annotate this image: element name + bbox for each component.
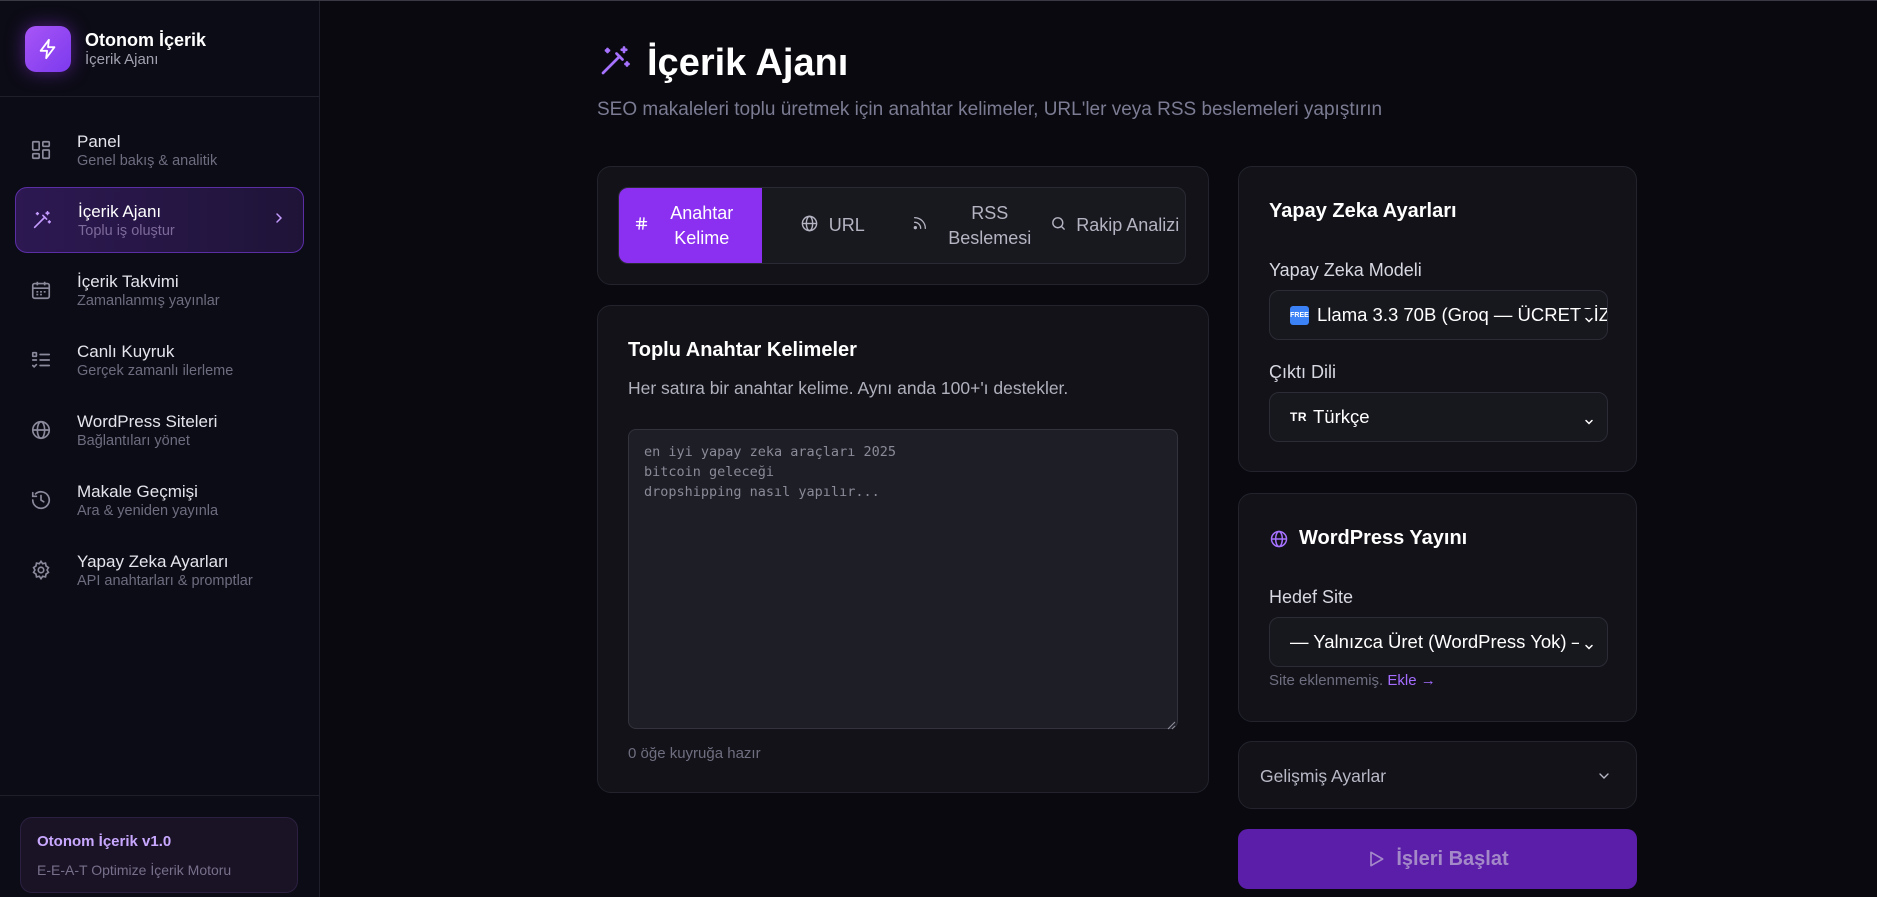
tab-rakip-analizi[interactable]: Rakip Analizi: [1045, 188, 1186, 263]
list-check-icon: [29, 348, 53, 372]
tab-label: Anahtar Kelime: [670, 202, 734, 248]
sidebar-item-desc: Zamanlanmış yayınlar: [77, 292, 220, 309]
history-icon: [29, 488, 53, 512]
hash-icon: [634, 215, 649, 236]
gear-icon: [29, 558, 53, 582]
keywords-card: Toplu Anahtar Kelimeler Her satıra bir a…: [597, 305, 1209, 793]
version-card: Otonom İçerik v1.0 E-E-A-T Optimize İçer…: [20, 817, 298, 893]
tab-anahtar-kelime[interactable]: Anahtar Kelime: [619, 188, 762, 263]
sidebar: Otonom İçerik İçerik Ajanı Panel Genel b…: [0, 1, 320, 897]
wand-icon: [597, 43, 633, 84]
model-label: Yapay Zeka Modeli: [1269, 260, 1422, 280]
sidebar-item-label: Yapay Zeka Ayarları: [77, 551, 229, 571]
sidebar-item-yapay-zeka-ayarlari[interactable]: Yapay Zeka Ayarları API anahtarları & pr…: [15, 537, 304, 603]
rss-icon: [912, 215, 928, 236]
add-site-link[interactable]: Ekle →: [1387, 672, 1435, 689]
sidebar-item-icerik-ajani[interactable]: İçerik Ajanı Toplu iş oluştur: [15, 187, 304, 253]
model-select[interactable]: FREE Llama 3.3 70B (Groq — ÜCRETSİZ): [1269, 290, 1608, 340]
chevron-down-icon: [1583, 411, 1595, 433]
ai-settings-card: Yapay Zeka Ayarları Yapay Zeka Modeli FR…: [1238, 166, 1637, 472]
sidebar-item-desc: Gerçek zamanlı ilerleme: [77, 362, 234, 379]
version-title: Otonom İçerik v1.0: [37, 833, 172, 850]
sidebar-divider: [0, 96, 320, 97]
tab-rss-beslemesi[interactable]: RSS Beslemesi: [903, 188, 1045, 263]
page-header: İçerik Ajanı SEO makaleleri toplu üretme…: [597, 40, 1382, 121]
dashboard-icon: [29, 138, 53, 162]
sidebar-item-label: WordPress Siteleri: [77, 411, 218, 431]
sidebar-divider: [0, 795, 320, 796]
target-site-label: Hedef Site: [1269, 587, 1354, 607]
free-badge-icon: FREE: [1290, 305, 1309, 325]
play-icon: [1370, 851, 1384, 867]
sidebar-item-label: Panel: [77, 131, 121, 151]
sidebar-item-panel[interactable]: Panel Genel bakış & analitik: [15, 117, 304, 183]
chevron-down-icon: [1579, 309, 1595, 331]
sidebar-item-canli-kuyruk[interactable]: Canlı Kuyruk Gerçek zamanlı ilerleme: [15, 327, 304, 393]
keywords-description: Her satıra bir anahtar kelime. Aynı anda…: [628, 378, 1069, 398]
sidebar-item-desc: Genel bakış & analitik: [77, 152, 218, 169]
language-select-value: Türkçe: [1313, 406, 1370, 427]
language-select[interactable]: TR Türkçe: [1269, 392, 1608, 442]
globe-icon: [800, 214, 819, 238]
advanced-settings-toggle[interactable]: Gelişmiş Ayarlar: [1238, 741, 1637, 809]
sidebar-nav: Panel Genel bakış & analitik İçerik Ajan…: [15, 117, 304, 607]
sidebar-item-desc: Toplu iş oluştur: [78, 222, 175, 239]
language-code: TR: [1290, 410, 1307, 424]
advanced-settings-label: Gelişmiş Ayarlar: [1260, 766, 1387, 786]
page-title: İçerik Ajanı: [647, 42, 849, 84]
lightning-logo-icon: [25, 26, 71, 72]
input-mode-tabs: Anahtar Kelime URL RSS Beslemesi Rakip A…: [618, 187, 1186, 264]
tab-label: URL: [828, 215, 865, 235]
chevron-right-icon: [271, 210, 287, 231]
keywords-title: Toplu Anahtar Kelimeler: [628, 339, 857, 361]
ai-settings-title: Yapay Zeka Ayarları: [1269, 200, 1457, 222]
brand-subtitle: İçerik Ajanı: [85, 51, 159, 68]
resize-grip-icon[interactable]: [1166, 717, 1176, 735]
wand-icon: [30, 208, 54, 232]
sidebar-item-wordpress-siteleri[interactable]: WordPress Siteleri Bağlantıları yönet: [15, 397, 304, 463]
language-label: Çıktı Dili: [1269, 362, 1336, 382]
target-site-value: — Yalnızca Üret (WordPress Yok) —: [1290, 631, 1591, 652]
sidebar-item-label: İçerik Ajanı: [78, 201, 162, 221]
brand[interactable]: Otonom İçerik İçerik Ajanı: [25, 25, 206, 73]
site-note: Site eklenmemiş. Ekle →: [1269, 672, 1436, 689]
sidebar-item-icerik-takvimi[interactable]: İçerik Takvimi Zamanlanmış yayınlar: [15, 257, 304, 323]
tab-label: Rakip Analizi: [1076, 215, 1180, 235]
input-mode-card: Anahtar Kelime URL RSS Beslemesi Rakip A…: [597, 166, 1209, 285]
page-subtitle: SEO makaleleri toplu üretmek için anahta…: [597, 99, 1383, 120]
brand-title: Otonom İçerik: [85, 30, 207, 50]
wordpress-title-row: WordPress Yayını: [1269, 527, 1467, 550]
site-note-text: Site eklenmemiş.: [1269, 672, 1384, 689]
globe-icon: [1269, 529, 1289, 549]
start-jobs-button[interactable]: İşleri Başlat: [1238, 829, 1637, 889]
sidebar-item-label: İçerik Takvimi: [77, 271, 179, 291]
target-site-select[interactable]: — Yalnızca Üret (WordPress Yok) —: [1269, 617, 1608, 667]
wordpress-title: WordPress Yayını: [1299, 527, 1468, 549]
chevron-down-icon: [1579, 636, 1595, 658]
sidebar-item-label: Canlı Kuyruk: [77, 341, 175, 361]
tab-url[interactable]: URL: [762, 188, 904, 263]
start-jobs-label: İşleri Başlat: [1396, 847, 1509, 870]
globe-icon: [29, 418, 53, 442]
keywords-textarea[interactable]: [628, 429, 1178, 729]
sidebar-item-desc: API anahtarları & promptlar: [77, 572, 253, 589]
search-icon: [1050, 215, 1067, 237]
chevron-down-icon: [1596, 768, 1612, 789]
tab-label: RSS Beslemesi: [948, 202, 1032, 248]
queue-count: 0 öğe kuyruğa hazır: [628, 745, 761, 762]
sidebar-item-desc: Bağlantıları yönet: [77, 432, 190, 449]
sidebar-item-label: Makale Geçmişi: [77, 481, 198, 501]
version-subtitle: E-E-A-T Optimize İçerik Motoru: [37, 862, 232, 878]
sidebar-item-desc: Ara & yeniden yayınla: [77, 502, 219, 519]
sidebar-item-makale-gecmisi[interactable]: Makale Geçmişi Ara & yeniden yayınla: [15, 467, 304, 533]
wordpress-card: WordPress Yayını Hedef Site — Yalnızca Ü…: [1238, 493, 1637, 722]
model-select-value: Llama 3.3 70B (Groq — ÜCRETSİZ): [1317, 304, 1608, 325]
calendar-icon: [29, 278, 53, 302]
